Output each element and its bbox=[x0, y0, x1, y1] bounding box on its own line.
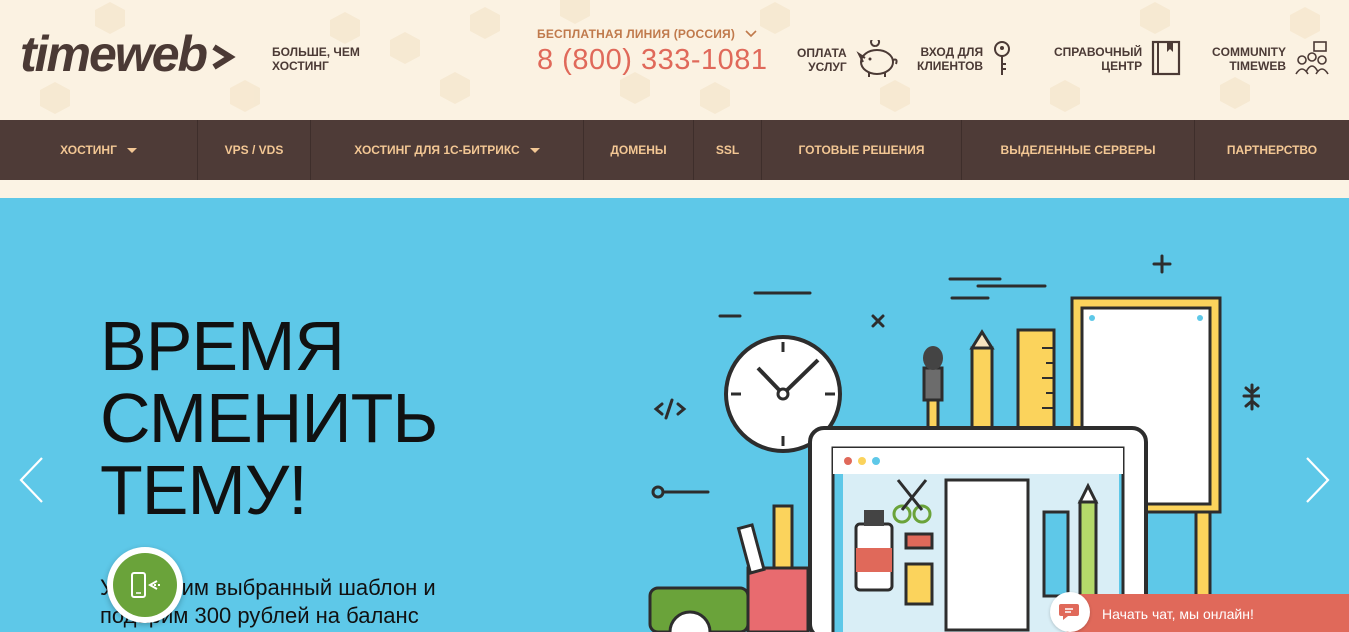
header-link-community[interactable]: COMMUNITY TIMEWEB bbox=[1212, 40, 1330, 78]
nav-item-vps-vds[interactable]: VPS / VDS bbox=[198, 120, 311, 180]
header-link-payment-label: ОПЛАТА УСЛУГ bbox=[797, 46, 847, 74]
nav-item-dedicated-servers[interactable]: ВЫДЕЛЕННЫЕ СЕРВЕРЫ bbox=[962, 120, 1195, 180]
hotline-phone-number[interactable]: 8 (800) 333-1081 bbox=[537, 44, 768, 77]
header-link-login-label: ВХОД ДЛЯ КЛИЕНТОВ bbox=[917, 45, 984, 73]
header-link-help-center[interactable]: СПРАВОЧНЫЙ ЦЕНТР bbox=[1054, 40, 1182, 78]
mobile-callback-button[interactable] bbox=[107, 547, 183, 623]
caret-down-icon bbox=[529, 147, 540, 153]
caret-down-icon bbox=[126, 147, 137, 153]
chat-bubble-icon[interactable] bbox=[1050, 592, 1090, 632]
slider-next-arrow-icon[interactable] bbox=[1305, 456, 1331, 504]
hero-slider: ВРЕМЯ СМЕНИТЬ ТЕМУ! Установим выбранный … bbox=[0, 198, 1349, 632]
logo-wordmark: timeweb bbox=[20, 26, 208, 82]
logo-tagline: БОЛЬШЕ, ЧЕМ ХОСТИНГ bbox=[272, 45, 360, 73]
logo-arrow-icon bbox=[212, 44, 236, 70]
chevron-down-icon[interactable] bbox=[745, 30, 757, 38]
chat-widget[interactable]: Начать чат, мы онлайн! bbox=[1040, 592, 1349, 632]
hero-title: ВРЕМЯ СМЕНИТЬ ТЕМУ! bbox=[100, 307, 438, 529]
community-icon bbox=[1295, 41, 1329, 75]
book-icon bbox=[1151, 40, 1181, 76]
nav-item-domains[interactable]: ДОМЕНЫ bbox=[584, 120, 694, 180]
nav-item-ready-solutions[interactable]: ГОТОВЫЕ РЕШЕНИЯ bbox=[762, 120, 962, 180]
hotline[interactable]: БЕСПЛАТНАЯ ЛИНИЯ (РОССИЯ) 8 (800) 333-10… bbox=[537, 27, 768, 77]
nav-item-ssl[interactable]: SSL bbox=[694, 120, 762, 180]
key-icon bbox=[994, 41, 1011, 75]
mobile-callback-inner bbox=[113, 553, 177, 617]
nav-item-partnership[interactable]: ПАРТНЕРСТВО bbox=[1195, 120, 1349, 180]
header-link-payment[interactable]: ОПЛАТА УСЛУГ bbox=[797, 40, 899, 80]
site-logo[interactable]: timeweb bbox=[20, 24, 236, 84]
piggy-bank-icon bbox=[856, 40, 898, 77]
nav-divider-strip bbox=[0, 180, 1349, 198]
chat-label[interactable]: Начать чат, мы онлайн! bbox=[1102, 606, 1254, 622]
header-link-help-label: СПРАВОЧНЫЙ ЦЕНТР bbox=[1054, 45, 1143, 73]
nav-item-hosting[interactable]: ХОСТИНГ bbox=[0, 120, 198, 180]
hotline-label: БЕСПЛАТНАЯ ЛИНИЯ (РОССИЯ) bbox=[537, 27, 768, 41]
nav-item-bitrix-hosting[interactable]: ХОСТИНГ ДЛЯ 1С-БИТРИКС bbox=[311, 120, 584, 180]
phone-callback-icon bbox=[131, 572, 160, 598]
workspace-illustration bbox=[648, 254, 1260, 632]
header-link-client-login[interactable]: ВХОД ДЛЯ КЛИЕНТОВ bbox=[917, 40, 1013, 78]
header-link-community-label: COMMUNITY TIMEWEB bbox=[1212, 45, 1286, 73]
slider-prev-arrow-icon[interactable] bbox=[18, 456, 44, 504]
site-header: timeweb БОЛЬШЕ, ЧЕМ ХОСТИНГ БЕСПЛАТНАЯ Л… bbox=[0, 0, 1349, 120]
main-navigation: ХОСТИНГ VPS / VDS ХОСТИНГ ДЛЯ 1С-БИТРИКС… bbox=[0, 120, 1349, 180]
hotline-label-text: БЕСПЛАТНАЯ ЛИНИЯ (РОССИЯ) bbox=[537, 27, 736, 41]
